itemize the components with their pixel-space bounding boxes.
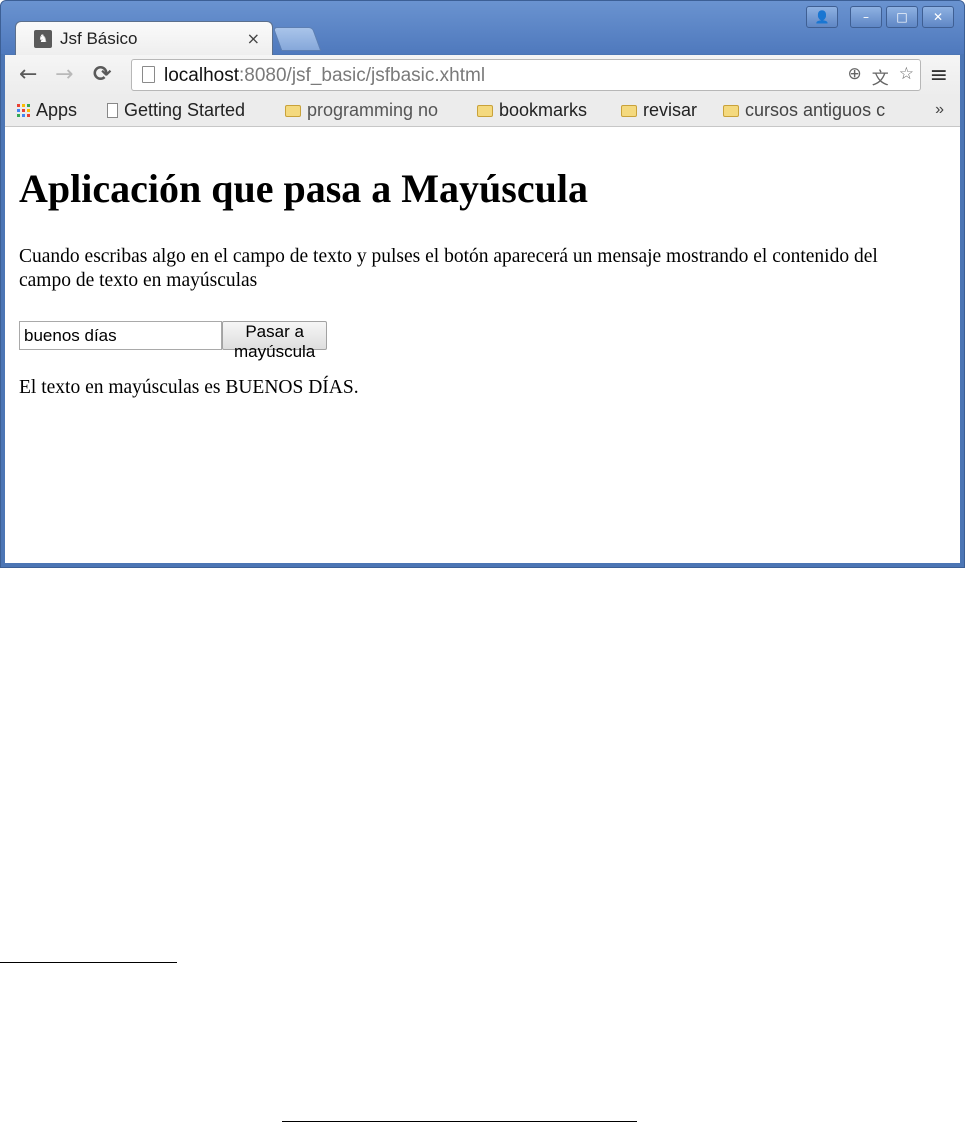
star-icon[interactable]: ☆ <box>899 64 914 89</box>
text-input[interactable] <box>19 321 222 350</box>
page-viewport: Aplicación que pasa a Mayúscula Cuando e… <box>5 127 960 563</box>
bookmark-getting-started[interactable]: Getting Started <box>107 100 245 121</box>
result-message: El texto en mayúsculas es BUENOS DÍAS. <box>19 377 359 398</box>
horizontal-rule <box>0 962 177 963</box>
apps-grid-dot <box>17 114 20 117</box>
apps-grid-dot <box>17 104 20 107</box>
reload-icon[interactable]: ⟳ <box>93 63 111 87</box>
folder-icon <box>621 104 637 117</box>
folder-icon <box>723 104 739 117</box>
page-icon <box>107 103 118 118</box>
folder-icon <box>285 104 301 117</box>
page-title: Aplicación que pasa a Mayúscula <box>19 166 588 211</box>
tab-favicon-icon: ♞ <box>34 30 52 48</box>
bookmark-bookmarks[interactable]: bookmarks <box>477 100 587 121</box>
apps-grid-dot <box>27 104 30 107</box>
uppercase-button[interactable]: Pasar a mayúscula <box>222 321 328 361</box>
window-controls: 👤 – □ ✕ <box>806 6 954 28</box>
folder-icon <box>477 104 493 117</box>
url-text[interactable]: localhost:8080/jsf_basic/jsfbasic.xhtml <box>164 65 485 87</box>
apps-grid-dot <box>22 109 25 112</box>
tab-title: Jsf Básico <box>60 29 138 48</box>
translate-icon[interactable]: 文 <box>872 64 889 89</box>
apps-grid-dot <box>17 109 20 112</box>
browser-toolbar: ← → ⟳ localhost:8080/jsf_basic/jsfbasic.… <box>5 55 960 97</box>
apps-grid-icon <box>17 104 30 117</box>
bookmark-label: cursos antiguos c <box>745 100 886 120</box>
bookmarks-overflow-icon[interactable]: » <box>935 101 944 119</box>
omnibox-icons: ⊕ 文 ☆ <box>848 64 915 89</box>
bookmark-cursos[interactable]: cursos antiguos c <box>723 100 885 121</box>
maximize-icon[interactable]: □ <box>886 6 918 28</box>
close-window-icon[interactable]: ✕ <box>922 6 954 28</box>
bookmark-revisar[interactable]: revisar <box>621 100 697 121</box>
tab-close-icon[interactable]: × <box>247 29 260 48</box>
back-arrow-icon[interactable]: ← <box>19 63 37 87</box>
zoom-icon[interactable]: ⊕ <box>848 64 862 89</box>
title-bar: ♞ Jsf Básico × 👤 – □ ✕ <box>1 1 964 56</box>
bookmarks-bar: Apps Getting Started programming no book… <box>5 97 960 127</box>
apps-grid-dot <box>27 109 30 112</box>
bookmark-label: bookmarks <box>499 100 588 120</box>
page-icon <box>142 66 155 83</box>
bookmark-apps[interactable]: Apps <box>17 100 77 121</box>
new-tab-button[interactable] <box>272 27 322 51</box>
bookmark-label: Getting Started <box>124 100 246 120</box>
apps-grid-dot <box>27 114 30 117</box>
bookmark-label: Apps <box>36 100 78 120</box>
apps-grid-dot <box>22 104 25 107</box>
minimize-icon[interactable]: – <box>850 6 882 28</box>
browser-tab[interactable]: ♞ Jsf Básico × <box>15 21 273 56</box>
bookmark-label: revisar <box>643 100 698 120</box>
address-bar[interactable]: localhost:8080/jsf_basic/jsfbasic.xhtml … <box>131 59 921 91</box>
page-description: Cuando escribas algo en el campo de text… <box>19 246 878 291</box>
uppercase-form: Pasar a mayúscula <box>19 321 328 361</box>
menu-icon[interactable]: ≡ <box>930 63 948 88</box>
user-profile-icon[interactable]: 👤 <box>806 6 838 28</box>
browser-window: ♞ Jsf Básico × 👤 – □ ✕ ← → ⟳ localhost:8… <box>0 0 965 568</box>
apps-grid-dot <box>22 114 25 117</box>
forward-arrow-icon[interactable]: → <box>55 63 73 87</box>
bookmark-label: programming no <box>307 100 439 120</box>
bookmark-programming[interactable]: programming no <box>285 100 438 121</box>
